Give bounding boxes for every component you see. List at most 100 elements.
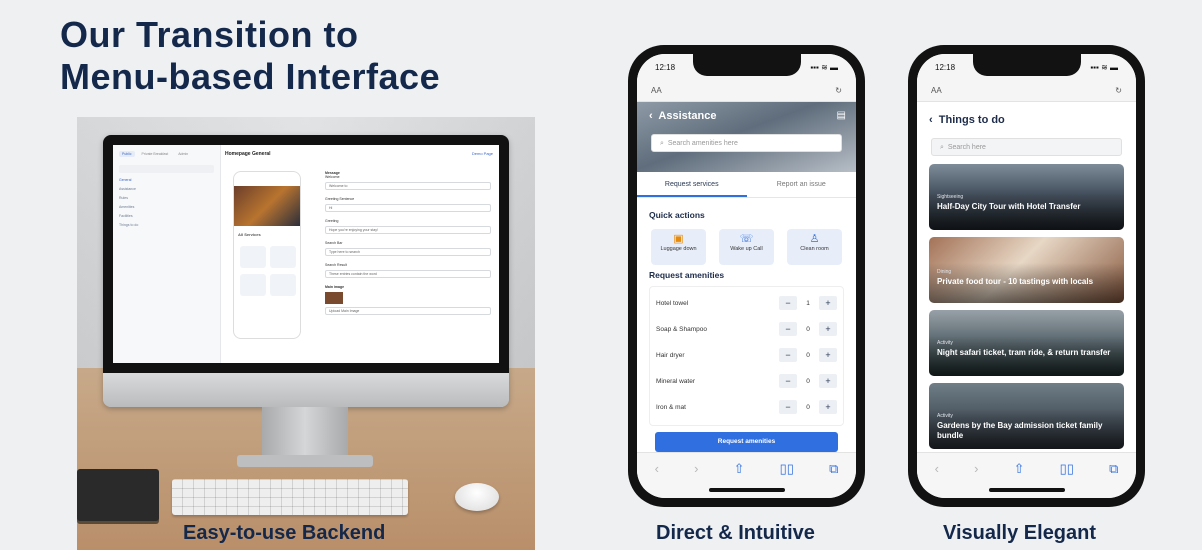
amenity-row: Hotel towel − 1 + [656,291,837,315]
increment-button[interactable]: + [819,322,837,336]
quantity-stepper: − 0 + [779,322,837,336]
browser-forward-icon[interactable]: › [974,461,978,498]
quick-action-luggage[interactable]: ▣ Luggage down [651,229,706,265]
notch [693,54,801,76]
request-amenities-button[interactable]: Request amenities [655,432,838,452]
quick-action-label: Luggage down [660,246,697,252]
signal-icon: ▪▪▪ ≋ ▬ [810,63,838,72]
card-title: Night safari ticket, tram ride, & return… [937,348,1111,357]
text-size-button[interactable]: AA [931,86,942,95]
form-field[interactable]: These entries contain the word [325,270,491,278]
keyboard [172,479,408,515]
sidebar-item[interactable]: Amenities [119,205,214,209]
tabs-icon[interactable]: ⧉ [829,461,838,498]
decrement-button[interactable]: − [779,374,797,388]
share-icon[interactable]: ⇧ [1014,461,1025,498]
service-tile[interactable] [270,274,296,296]
card-title: Half-Day City Tour with Hotel Transfer [937,202,1081,211]
screen-title-text: Things to do [938,114,1005,126]
notch [973,54,1081,76]
activity-card[interactable]: Sightseeing Half-Day City Tour with Hote… [929,164,1124,230]
search-icon: ⌕ [940,144,944,151]
decrement-button[interactable]: − [779,348,797,362]
sidebar-item[interactable]: Things to do [119,223,214,227]
service-tile[interactable] [240,274,266,296]
reload-icon[interactable]: ↻ [1115,86,1122,95]
reload-icon[interactable]: ↻ [835,86,842,95]
text-size-button[interactable]: AA [651,86,662,95]
share-icon[interactable]: ⇧ [734,461,745,498]
sidebar-item[interactable]: Assistance [119,187,214,191]
quantity-value: 0 [806,351,810,359]
tab-request-services[interactable]: Request services [637,172,747,197]
amenity-name: Hair dryer [656,351,685,359]
sidebar-item[interactable]: Facilities [119,214,214,218]
form-field[interactable]: Hi [325,204,491,212]
main-image-thumb [325,292,343,304]
amenity-row: Mineral water − 0 + [656,369,837,393]
decrement-button[interactable]: − [779,322,797,336]
backend-form: Message Welcome Welcome to Greeting Sent… [325,171,491,322]
activity-card[interactable]: Dining Private food tour - 10 tastings w… [929,237,1124,303]
quantity-stepper: − 0 + [779,374,837,388]
form-label: Welcome [325,175,340,179]
search-input[interactable]: ⌕ Search amenities here [651,134,842,152]
search-icon: ⌕ [660,140,664,147]
title-line-1: Our Transition to [60,14,359,55]
screen-title: ‹ Assistance [649,110,716,122]
search-input[interactable]: ⌕ Search here [931,138,1122,156]
quick-action-clean-room[interactable]: ♙ Clean room [787,229,842,265]
service-tile[interactable] [270,246,296,268]
preview-hero-image [234,186,300,226]
increment-button[interactable]: + [819,374,837,388]
quantity-value: 0 [806,325,810,333]
sidebar-item[interactable]: General [119,178,214,182]
increment-button[interactable]: + [819,348,837,362]
url-bar[interactable]: AA ↻ [637,80,856,102]
quantity-value: 0 [806,377,810,385]
activity-card[interactable]: Activity Night safari ticket, tram ride,… [929,310,1124,376]
quick-action-label: Clean room [800,246,829,252]
browser-back-icon[interactable]: ‹ [935,461,939,498]
tab-report-issue[interactable]: Report an issue [747,172,857,197]
form-field[interactable]: Hope you're enjoying your stay! [325,226,491,234]
form-field[interactable]: Type here to search [325,248,491,256]
menu-icon[interactable]: ▤ [837,110,846,121]
demo-page-link[interactable]: Demo Page [472,151,493,157]
status-time: 12:18 [935,63,956,72]
bookmarks-icon[interactable]: ▯▯ [1060,461,1074,498]
decrement-button[interactable]: − [779,296,797,310]
backend-header: Homepage General Demo Page [225,151,493,157]
card-tag: Activity [937,340,953,346]
backend-screen: Public Private Breakfast Admin General A… [113,145,499,363]
bookmarks-icon[interactable]: ▯▯ [780,461,794,498]
form-label: Greeting Sentence [325,197,355,201]
backend-tab[interactable]: Public [119,151,135,157]
quick-action-wake-up[interactable]: ☏ Wake up Call [719,229,774,265]
increment-button[interactable]: + [819,400,837,414]
backend-sidebar-search[interactable] [119,165,214,173]
quantity-value: 0 [806,403,810,411]
backend-tab[interactable]: Admin [175,151,191,157]
amenity-name: Soap & Shampoo [656,325,707,333]
amenity-name: Hotel towel [656,299,689,307]
back-icon[interactable]: ‹ [649,110,653,122]
activity-card[interactable]: Activity Gardens by the Bay admission ti… [929,383,1124,449]
backend-sidebar: Public Private Breakfast Admin General A… [113,145,221,363]
browser-forward-icon[interactable]: › [694,461,698,498]
service-tile[interactable] [240,246,266,268]
screen-title: ‹ Things to do [929,114,1005,126]
upload-button[interactable]: Upload Main Image [325,307,491,315]
backend-heading: Homepage General [225,151,271,157]
sidebar-item[interactable]: Rules [119,196,214,200]
form-field[interactable]: Welcome to [325,182,491,190]
decrement-button[interactable]: − [779,400,797,414]
url-bar[interactable]: AA ↻ [917,80,1136,102]
tabs-icon[interactable]: ⧉ [1109,461,1118,498]
increment-button[interactable]: + [819,296,837,310]
back-icon[interactable]: ‹ [929,114,933,126]
search-placeholder: Search amenities here [667,140,738,147]
backend-tab[interactable]: Private Breakfast [139,151,172,157]
browser-back-icon[interactable]: ‹ [655,461,659,498]
amenities-card: Hotel towel − 1 + Soap & Shampoo − 0 + Hair … [649,286,844,426]
